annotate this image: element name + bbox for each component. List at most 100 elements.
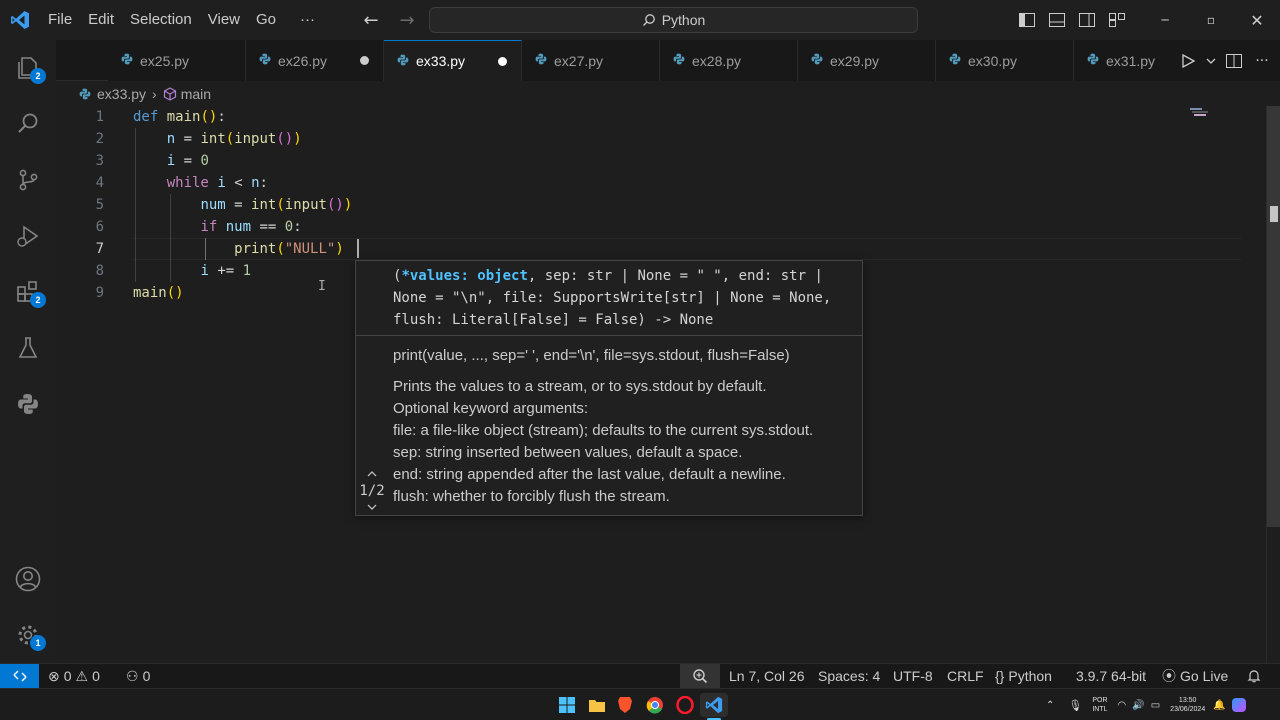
line-number: 9 bbox=[95, 285, 104, 301]
problems-status[interactable]: ⊗ 0 ⚠ 0 bbox=[48, 664, 100, 688]
overload-down-chevron-icon[interactable] bbox=[364, 500, 380, 514]
code-line[interactable]: i = 0 bbox=[133, 150, 209, 172]
toggle-secondary-sidebar-icon[interactable] bbox=[1072, 0, 1102, 40]
tab-ex28[interactable]: ex28.py bbox=[660, 40, 798, 81]
tab-ex30[interactable]: ex30.py bbox=[936, 40, 1074, 81]
line-number: 1 bbox=[95, 109, 104, 125]
minimap[interactable] bbox=[1186, 106, 1246, 136]
more-actions-icon[interactable]: ··· bbox=[1250, 49, 1274, 73]
menu-more[interactable]: ··· bbox=[292, 0, 323, 40]
breadcrumb-symbol[interactable]: main bbox=[181, 86, 211, 102]
manage-gear-icon[interactable]: 1 bbox=[0, 607, 56, 663]
code-line-current[interactable]: print("NULL") bbox=[133, 238, 344, 260]
microphone-icon[interactable]: 🎙 bbox=[1068, 699, 1082, 712]
cursor-position[interactable]: Ln 7, Col 26 bbox=[729, 664, 805, 688]
volume-icon[interactable]: 🔊 bbox=[1132, 700, 1144, 711]
indentation-status[interactable]: Spaces: 4 bbox=[818, 664, 880, 688]
run-debug-icon[interactable] bbox=[0, 208, 56, 264]
source-control-icon[interactable] bbox=[0, 152, 56, 208]
encoding-status[interactable]: UTF-8 bbox=[893, 664, 933, 688]
tab-ex29[interactable]: ex29.py bbox=[798, 40, 936, 81]
eol-status[interactable]: CRLF bbox=[947, 664, 984, 688]
search-sidebar-icon[interactable] bbox=[0, 96, 56, 152]
scrollbar-thumb[interactable] bbox=[1267, 106, 1280, 527]
command-center-search[interactable]: Python bbox=[429, 7, 918, 33]
restore-icon[interactable]: ▫ bbox=[1188, 0, 1234, 40]
interpreter-status[interactable]: 3.9.7 64-bit bbox=[1076, 664, 1146, 688]
battery-icon[interactable]: ▭ bbox=[1151, 700, 1160, 711]
system-tray: ⌃ 🎙 POR INTL ◠ 🔊 ▭ 13:50 23/06/2024 🔔 bbox=[1046, 689, 1246, 720]
tab-label: ex31.py bbox=[1106, 52, 1156, 69]
close-window-icon[interactable]: ✕ bbox=[1234, 0, 1280, 40]
run-python-file-icon[interactable] bbox=[1176, 49, 1200, 73]
line-number: 4 bbox=[95, 175, 104, 191]
tab-label: ex25.py bbox=[140, 52, 190, 69]
file-explorer-icon[interactable] bbox=[584, 693, 610, 717]
brave-browser-icon[interactable] bbox=[612, 693, 638, 717]
code-line[interactable]: i += 1 bbox=[133, 260, 251, 282]
minimap-line bbox=[1190, 108, 1202, 110]
antenna-icon: ⚇ bbox=[126, 667, 139, 684]
breadcrumb-file[interactable]: ex33.py bbox=[97, 86, 146, 102]
signature-help-popup[interactable]: (*values: object, sep: str | None = " ",… bbox=[355, 260, 863, 516]
toggle-panel-icon[interactable] bbox=[1042, 0, 1072, 40]
code-line[interactable]: while i < n: bbox=[133, 172, 268, 194]
code-line[interactable]: def main(): bbox=[133, 106, 226, 128]
chevron-down-icon[interactable] bbox=[1204, 49, 1218, 73]
remote-indicator-icon[interactable] bbox=[0, 664, 39, 688]
code-line[interactable]: main() bbox=[133, 282, 184, 304]
split-editor-icon[interactable] bbox=[1222, 49, 1246, 73]
clock[interactable]: 13:50 23/06/2024 bbox=[1170, 696, 1205, 714]
back-arrow-icon[interactable]: ← bbox=[353, 10, 389, 31]
toggle-primary-sidebar-icon[interactable] bbox=[1012, 0, 1042, 40]
vertical-scrollbar[interactable] bbox=[1266, 106, 1280, 663]
notifications-bell-icon[interactable] bbox=[1247, 664, 1261, 688]
minimize-icon[interactable]: ─ bbox=[1142, 0, 1188, 40]
copilot-icon[interactable] bbox=[1231, 698, 1246, 712]
doc-line: end: string appended after the last valu… bbox=[393, 466, 786, 483]
minimap-line bbox=[1192, 111, 1208, 113]
warning-icon: ⚠ bbox=[75, 667, 89, 684]
menu-file[interactable]: File bbox=[40, 0, 80, 40]
python-icon[interactable] bbox=[0, 376, 56, 432]
tray-chevron-up-icon[interactable]: ⌃ bbox=[1046, 700, 1054, 711]
code-line[interactable]: if num == 0: bbox=[133, 216, 301, 238]
breadcrumb-chevron-icon: › bbox=[152, 86, 157, 102]
notification-center-icon[interactable]: 🔔 bbox=[1213, 700, 1225, 711]
customize-layout-icon[interactable] bbox=[1102, 0, 1132, 40]
text-cursor bbox=[357, 239, 359, 258]
menu-selection[interactable]: Selection bbox=[122, 0, 200, 40]
menu-go[interactable]: Go bbox=[248, 0, 284, 40]
line-number: 2 bbox=[95, 131, 104, 147]
unsaved-dot-icon[interactable] bbox=[498, 57, 507, 66]
explorer-icon[interactable]: 2 bbox=[0, 40, 56, 96]
extensions-icon[interactable]: 2 bbox=[0, 264, 56, 320]
accounts-icon[interactable] bbox=[0, 551, 56, 607]
active-parameter: *values: object bbox=[401, 268, 528, 284]
ports-status[interactable]: ⚇ 0 bbox=[126, 664, 150, 688]
tab-label: ex28.py bbox=[692, 52, 742, 69]
overload-up-chevron-icon[interactable] bbox=[364, 467, 380, 481]
forward-arrow-icon[interactable]: → bbox=[389, 10, 425, 31]
language-mode[interactable]: {} Python bbox=[995, 664, 1052, 688]
go-live-button[interactable]: ⦿ Go Live bbox=[1162, 664, 1228, 688]
wifi-icon[interactable]: ◠ bbox=[1118, 700, 1127, 711]
vscode-taskbar-icon[interactable] bbox=[700, 693, 728, 717]
tab-ex27[interactable]: ex27.py bbox=[522, 40, 660, 81]
python-file-icon bbox=[120, 52, 134, 69]
testing-flask-icon[interactable] bbox=[0, 320, 56, 376]
tab-ex26[interactable]: ex26.py bbox=[246, 40, 384, 81]
windows-start-icon[interactable] bbox=[554, 693, 580, 717]
opera-icon[interactable] bbox=[672, 693, 698, 717]
code-line[interactable]: num = int(input()) bbox=[133, 194, 352, 216]
menu-edit[interactable]: Edit bbox=[80, 0, 122, 40]
tab-ex25[interactable]: ex25.py bbox=[108, 40, 246, 81]
keyboard-layout[interactable]: POR INTL bbox=[1092, 696, 1107, 714]
chrome-icon[interactable] bbox=[642, 693, 668, 717]
go-live-label: Go Live bbox=[1180, 668, 1229, 684]
zoom-icon[interactable] bbox=[680, 664, 720, 688]
unsaved-dot-icon[interactable] bbox=[360, 56, 369, 65]
tab-ex33[interactable]: ex33.py bbox=[384, 40, 522, 81]
menu-view[interactable]: View bbox=[200, 0, 248, 40]
code-line[interactable]: n = int(input()) bbox=[133, 128, 302, 150]
